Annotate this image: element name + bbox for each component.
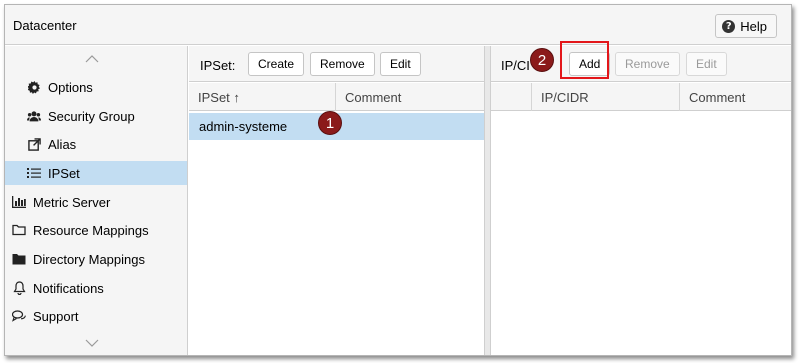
sidebar-item-options[interactable]: Options: [5, 75, 187, 99]
bar-chart-icon: [12, 195, 26, 209]
sidebar-item-label: Resource Mappings: [33, 222, 149, 238]
title-bar: Datacenter ? Help: [5, 5, 791, 45]
ip-cidr-toolbar-label: IP/CI: [501, 58, 530, 73]
gear-icon: [27, 80, 41, 94]
sidebar-item-directory-mappings[interactable]: Directory Mappings: [5, 247, 187, 271]
sidebar-item-ipset[interactable]: IPSet: [5, 161, 187, 185]
sidebar-item-label: Alias: [48, 136, 77, 152]
users-icon: [27, 109, 41, 123]
window-title: Datacenter: [13, 18, 77, 33]
step-badge-1: 1: [318, 111, 342, 135]
remove-cidr-button[interactable]: Remove: [615, 52, 680, 76]
ipset-panel: IPSet: Create Remove Edit IPSet ↑ Commen…: [189, 46, 485, 355]
ip-cidr-grid-header: IP/CIDR Comment: [491, 83, 791, 111]
question-circle-icon: ?: [722, 19, 736, 33]
column-header-ip-cidr[interactable]: IP/CIDR: [532, 83, 680, 111]
sidebar-item-label: Directory Mappings: [33, 251, 145, 267]
ipset-grid-header: IPSet ↑ Comment: [189, 83, 484, 111]
edit-cidr-button[interactable]: Edit: [686, 52, 727, 76]
step-badge-2: 2: [530, 48, 554, 72]
column-header-select[interactable]: [491, 83, 532, 111]
edit-ipset-button[interactable]: Edit: [380, 52, 421, 76]
sidebar-nav: Options Security Group Alias IPSet Metri: [5, 46, 188, 355]
sidebar-item-label: Metric Server: [33, 194, 111, 210]
external-link-icon: [27, 137, 41, 151]
help-button[interactable]: ? Help: [715, 14, 777, 38]
comments-icon: [12, 309, 26, 323]
ipset-name-cell: admin-systeme: [199, 119, 288, 134]
sidebar-item-metric-server[interactable]: Metric Server: [5, 190, 187, 214]
column-header-ipset[interactable]: IPSet ↑: [189, 83, 336, 111]
sidebar-item-label: Security Group: [48, 108, 135, 124]
create-button[interactable]: Create: [248, 52, 305, 76]
remove-ipset-button[interactable]: Remove: [310, 52, 375, 76]
sidebar-item-label: Notifications: [33, 280, 104, 296]
add-button-highlight: [560, 41, 609, 79]
sidebar-item-label: IPSet: [48, 165, 80, 181]
folder-icon: [12, 252, 26, 266]
list-icon: [27, 166, 41, 180]
sidebar-item-label: Options: [48, 79, 93, 95]
datacenter-window: Datacenter ? Help Options Security Group: [4, 4, 792, 356]
sidebar-item-resource-mappings[interactable]: Resource Mappings: [5, 218, 187, 242]
sidebar-item-support[interactable]: Support: [5, 304, 187, 328]
help-button-label: Help: [740, 18, 767, 34]
ipset-toolbar-label: IPSet:: [200, 58, 236, 73]
sidebar-item-label: Support: [33, 308, 79, 324]
scroll-down-icon[interactable]: [85, 339, 99, 348]
sidebar-item-security-group[interactable]: Security Group: [5, 104, 187, 128]
scroll-up-icon[interactable]: [85, 54, 99, 63]
sidebar-item-alias[interactable]: Alias: [5, 132, 187, 156]
column-header-comment[interactable]: Comment: [336, 83, 485, 111]
folder-outline-icon: [12, 223, 26, 237]
bell-icon: [12, 281, 26, 295]
sidebar-item-notifications[interactable]: Notifications: [5, 276, 187, 300]
ip-cidr-panel: IP/CI Add Remove Edit IP/CIDR Comment: [490, 46, 791, 355]
ipset-toolbar: IPSet: Create Remove Edit: [189, 46, 484, 82]
column-header-comment[interactable]: Comment: [680, 83, 790, 111]
